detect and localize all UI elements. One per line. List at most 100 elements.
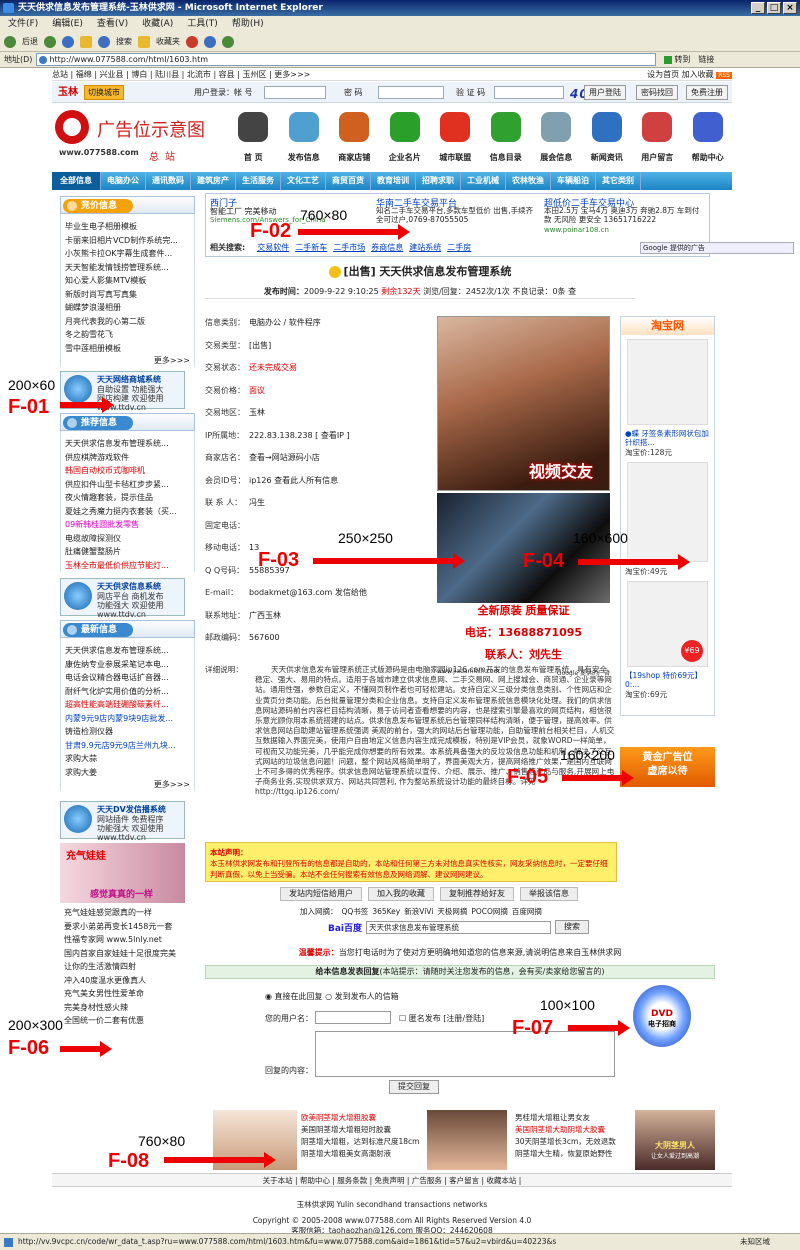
list-item[interactable]: 性福专家网 www.5lnly.net	[64, 933, 191, 947]
list-item[interactable]: 毕业生电子相册模板	[65, 220, 190, 234]
list-item[interactable]: 全国统一价二套有优惠	[64, 1014, 191, 1028]
bottom-ad-1-title[interactable]: 欧美阴茎增大增粗胶囊	[301, 1112, 419, 1124]
go-button[interactable]: 转到	[660, 53, 694, 66]
category-tab[interactable]: 工业机械	[461, 172, 506, 190]
motorbike-photo[interactable]	[437, 493, 610, 603]
ad-slot-f07[interactable]: DVD 电子招商	[633, 985, 691, 1047]
homepage-links[interactable]: 设为首页 加入收藏	[647, 70, 714, 79]
list-item[interactable]: 求购大姜	[65, 766, 190, 780]
home-icon[interactable]	[80, 35, 92, 48]
list-item[interactable]: 求购大蒜	[65, 752, 190, 766]
list-item[interactable]: 天天供求信息发布管理系统...	[65, 644, 190, 658]
bid-more-link[interactable]: 更多>>>	[60, 355, 195, 367]
ad-slot-f05[interactable]: 黄金广告位 虚席以待	[620, 747, 715, 787]
menu-item[interactable]: 编辑(E)	[52, 16, 83, 32]
menu-item[interactable]: 收藏(A)	[142, 16, 173, 32]
ad-f06-text-list[interactable]: 充气娃娃感觉跟真的一样 要求小弟弟再变长1458元一套 性福专家网 www.5lnl…	[60, 903, 195, 1028]
list-item[interactable]: 玉林全市最低价供应节能灯...	[65, 559, 190, 573]
minimize-button[interactable]: _	[751, 2, 765, 14]
share-link[interactable]: 天极网摘	[437, 907, 467, 916]
nav-item[interactable]: 发布信息	[279, 112, 330, 168]
list-item[interactable]: 供应棋牌游戏软件	[65, 451, 190, 465]
category-tab[interactable]: 商贸百货	[326, 172, 371, 190]
baidu-search-input[interactable]: 天天供求信息发布管理系统	[366, 920, 552, 934]
menu-item[interactable]: 帮助(H)	[232, 16, 264, 32]
bottom-ad-2-title[interactable]: 男桂增大增粗让男女友	[515, 1112, 616, 1124]
baidu-search-button[interactable]: 搜索	[555, 920, 590, 934]
share-link[interactable]: QQ书签	[342, 907, 369, 916]
taobao-item-2-image[interactable]	[627, 462, 708, 562]
list-item[interactable]: 铸造检测仪器	[65, 725, 190, 739]
category-tab[interactable]: 生活服务	[236, 172, 281, 190]
ad-slot-sidebar-2[interactable]: 天天供求信息系统 网店平台 商机发布 功能强大 欢迎使用 www.ttdv.cn	[60, 578, 185, 619]
list-item[interactable]: 小灰熊卡拉OK字幕生成套件...	[65, 247, 190, 261]
reply-option-mail[interactable]: ○ 发到发布人的信箱	[325, 992, 399, 1001]
nav-item[interactable]: 用户留言	[632, 112, 683, 168]
media-icon[interactable]	[186, 35, 198, 48]
ad-slot-f06[interactable]: 充气娃娃 感觉真真的一样	[60, 843, 185, 903]
nav-item[interactable]: 首 页	[228, 112, 279, 168]
nav-item[interactable]: 商家店铺	[329, 112, 380, 168]
list-item[interactable]: 耐纤气化炉实用价值的分析...	[65, 685, 190, 699]
category-tab[interactable]: 教育培训	[371, 172, 416, 190]
search-button-label[interactable]: 搜索	[116, 36, 132, 47]
menu-item[interactable]: 文件(F)	[8, 16, 38, 32]
ad-slot-f08[interactable]: 欧美阴茎增大增粗胶囊 美国阴茎增大增粗短时胶囊 阴茎增大增粗，达到标准尺度18c…	[205, 1110, 720, 1178]
site-logo[interactable]: 广告位示意图 www.077588.com 总站	[55, 110, 235, 170]
menu-item[interactable]: 工具(T)	[187, 16, 218, 32]
list-item[interactable]: 冬之韵雪花飞	[65, 328, 190, 342]
list-item[interactable]: 韩国自动校币式咖啡机	[65, 464, 190, 478]
list-item[interactable]: 夏娃之秀魔力挺内衣套装（买...	[65, 505, 190, 519]
captcha-input[interactable]	[494, 86, 564, 99]
links-button[interactable]: 链接	[698, 54, 714, 65]
password-input[interactable]	[378, 86, 444, 99]
taobao-item-1-image[interactable]	[627, 339, 708, 425]
list-item[interactable]: 知心爱人影集MTV模板	[65, 274, 190, 288]
list-item[interactable]: 天天智能发情钱捞管理系统...	[65, 261, 190, 275]
mail-icon[interactable]	[204, 35, 216, 48]
list-item[interactable]: 月亮代表我的心第二版	[65, 315, 190, 329]
category-tab[interactable]: 招聘求职	[416, 172, 461, 190]
info-value[interactable]: ip126 查看此人所有信息	[249, 476, 338, 485]
category-tab[interactable]: 农林牧渔	[506, 172, 551, 190]
search-icon[interactable]	[98, 35, 110, 48]
favorites-button-label[interactable]: 收藏夹	[156, 36, 180, 47]
category-tab[interactable]: 全部信息	[52, 172, 101, 190]
list-item[interactable]: 内蒙9元9店内蒙9块9店批发...	[65, 712, 190, 726]
related-link[interactable]: 建站系统	[409, 243, 441, 252]
nav-item[interactable]: 帮助中心	[683, 112, 734, 168]
taobao-item-3-title[interactable]: 【19shop 特价69元】0:...	[621, 671, 714, 689]
related-link[interactable]: 券商信息	[371, 243, 403, 252]
nav-item[interactable]: 信息目录	[481, 112, 532, 168]
ad-slot-f03-photo[interactable]: 视频交友	[437, 316, 610, 491]
info-value[interactable]: 查看→网站源码小店	[249, 453, 320, 462]
nav-item[interactable]: 企业名片	[380, 112, 431, 168]
taobao-item-1-title[interactable]: ●蝶 牙签条素形网状包加针织搭...	[621, 429, 714, 447]
rss-icon[interactable]: RSS	[716, 72, 732, 79]
list-item[interactable]: 超高性能高端硅硼酸碳素纤...	[65, 698, 190, 712]
list-item[interactable]: 充气娃娃感觉跟真的一样	[64, 906, 191, 920]
share-link[interactable]: POCO网摘	[471, 907, 508, 916]
list-item[interactable]: 甘肃9.9元店9元9店兰州九块...	[65, 739, 190, 753]
ad-slot-f04[interactable]: 淘宝网 ●蝶 牙签条素形网状包加针织搭... 淘宝价:128元 淘宝价:49元 …	[620, 316, 715, 716]
register-link[interactable]: [注册/登陆]	[443, 1014, 484, 1023]
list-item[interactable]: 电缆故障探测仪	[65, 532, 190, 546]
category-tab[interactable]: 建筑房产	[191, 172, 236, 190]
bottom-ad-img-2[interactable]	[427, 1110, 507, 1170]
category-tab[interactable]: 车辆船泊	[551, 172, 596, 190]
ad-slot-sidebar-3[interactable]: 天天DV发信播系统 网站插件 免费程序 功能强大 欢迎使用 www.ttdv.cn	[60, 801, 185, 842]
refresh-icon[interactable]	[62, 35, 74, 48]
list-item[interactable]: 电话会议精合器电话扩音器...	[65, 671, 190, 685]
list-item[interactable]: 让你的生活激情四射	[64, 960, 191, 974]
related-link[interactable]: 二手市场	[333, 243, 365, 252]
related-link[interactable]: 二手新车	[295, 243, 327, 252]
action-button[interactable]: 发站内短信给用户	[280, 887, 362, 901]
login-button[interactable]: 用户登陆	[584, 85, 626, 100]
forward-icon[interactable]	[44, 35, 56, 48]
latest-more-link[interactable]: 更多>>>	[60, 779, 195, 791]
list-item[interactable]: 国内首家自家娃娃十足很度完美	[64, 947, 191, 961]
list-item[interactable]: 供应扣件山型卡毡杠步步紧...	[65, 478, 190, 492]
nav-item[interactable]: 新闻资讯	[582, 112, 633, 168]
bottom-ad-img-3[interactable]: 大阴茎男人 让女人爱过到高潮	[635, 1110, 715, 1170]
menu-item[interactable]: 查看(V)	[97, 16, 128, 32]
